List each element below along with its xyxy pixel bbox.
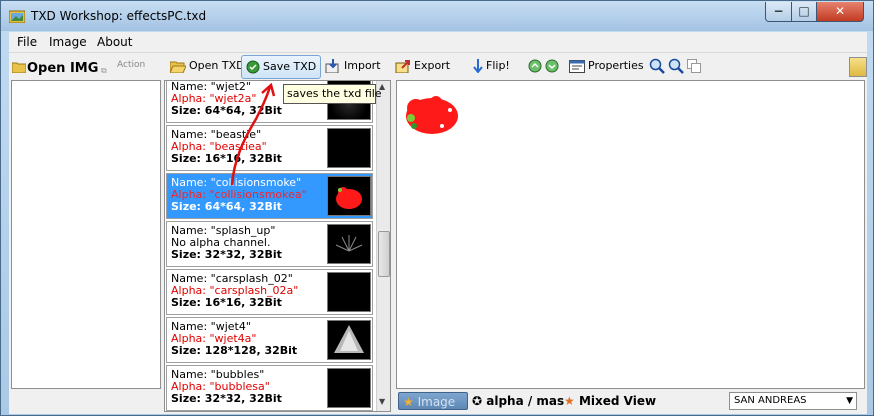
save-txd-button[interactable]: Save TXD bbox=[241, 55, 322, 79]
image-star-icon: ★ bbox=[403, 395, 414, 409]
tab-image-label: Image bbox=[417, 395, 456, 409]
texture-size: Size: 16*16, 32Bit bbox=[171, 296, 282, 309]
texture-thumbnail bbox=[327, 272, 371, 312]
view-tabs: ★ Image ✪ alpha / mas ★ Mixed View bbox=[396, 390, 726, 412]
texture-thumbnail bbox=[327, 128, 371, 168]
tab-mixed-view[interactable]: ★ Mixed View bbox=[564, 392, 656, 410]
export-button[interactable]: Export bbox=[395, 55, 450, 79]
close-button[interactable]: ✕ bbox=[816, 2, 864, 22]
alpha-star-icon: ✪ bbox=[472, 394, 483, 408]
save-txd-label: Save TXD bbox=[263, 60, 317, 73]
jet-thumbnail-image bbox=[334, 325, 364, 353]
folder-open-icon bbox=[170, 61, 186, 73]
fit-view-icon[interactable] bbox=[687, 59, 701, 73]
tab-mixed-label: Mixed View bbox=[578, 394, 657, 408]
chevron-down-icon: ▼ bbox=[846, 396, 853, 406]
panel-toggle-button[interactable] bbox=[849, 57, 867, 77]
save-tooltip: saves the txd file bbox=[283, 84, 382, 104]
import-button[interactable]: Import bbox=[325, 55, 381, 79]
texture-item[interactable]: Name: "splash_up" No alpha channel. Size… bbox=[166, 221, 373, 267]
texture-thumbnail bbox=[327, 176, 371, 216]
window-title: TXD Workshop: effectsPC.txd bbox=[31, 9, 207, 23]
move-down-icon[interactable] bbox=[545, 59, 559, 73]
zoom-out-icon[interactable] bbox=[668, 58, 684, 74]
texture-item[interactable]: Name: "carsplash_02" Alpha: "carsplash_0… bbox=[166, 269, 373, 315]
flip-label: Flip! bbox=[486, 59, 510, 72]
texture-thumbnail bbox=[327, 224, 371, 264]
import-icon bbox=[325, 59, 339, 73]
tab-image[interactable]: ★ Image bbox=[398, 392, 468, 410]
app-icon bbox=[9, 10, 25, 23]
flip-arrow-icon bbox=[473, 59, 483, 73]
flip-button[interactable]: Flip! bbox=[473, 55, 510, 79]
texture-item[interactable]: Name: "wjet4" Alpha: "wjet4a" Size: 128*… bbox=[166, 317, 373, 363]
preview-image bbox=[402, 86, 464, 146]
smoke-thumbnail-image bbox=[336, 187, 362, 209]
zoom-buttons bbox=[649, 55, 704, 79]
tab-alpha-label: alpha / mas bbox=[486, 394, 565, 408]
texture-size: Size: 32*32, 32Bit bbox=[171, 248, 282, 261]
texture-item[interactable]: Name: "bubbles" Alpha: "bubblesa" Size: … bbox=[166, 365, 373, 411]
menu-file[interactable]: File bbox=[17, 35, 37, 49]
zoom-in-icon[interactable] bbox=[649, 58, 665, 74]
img-toolbar: Open IMG ⧉ Action bbox=[9, 56, 162, 78]
save-disc-icon bbox=[246, 60, 260, 74]
scroll-down-icon[interactable]: ▼ bbox=[379, 397, 385, 406]
properties-label: Properties bbox=[588, 59, 644, 72]
folder-icon bbox=[12, 62, 26, 73]
game-version-value: SAN ANDREAS bbox=[734, 395, 807, 406]
title-bar: TXD Workshop: effectsPC.txd − □ ✕ bbox=[1, 1, 873, 31]
image-preview-panel bbox=[396, 80, 865, 389]
tab-alpha[interactable]: ✪ alpha / mas bbox=[472, 392, 564, 410]
action-icon: ⧉ bbox=[101, 66, 107, 75]
texture-thumbnail bbox=[327, 368, 371, 408]
app-window: TXD Workshop: effectsPC.txd − □ ✕ File I… bbox=[0, 0, 874, 416]
texture-size: Size: 128*128, 32Bit bbox=[171, 344, 298, 357]
minimize-button[interactable]: − bbox=[765, 2, 792, 22]
texture-list-scrollbar[interactable]: ▲ ▼ bbox=[376, 81, 390, 411]
scrollbar-thumb[interactable] bbox=[378, 231, 390, 277]
splash-thumbnail-image bbox=[335, 235, 363, 252]
import-label: Import bbox=[344, 59, 381, 72]
properties-icon bbox=[569, 59, 585, 73]
collisionsmoke-preview bbox=[406, 96, 458, 134]
texture-size: Size: 64*64, 32Bit bbox=[171, 200, 282, 213]
img-file-list[interactable] bbox=[11, 80, 161, 389]
properties-button[interactable]: Properties bbox=[569, 55, 644, 79]
open-txd-label: Open TXD bbox=[189, 59, 245, 72]
game-version-select[interactable]: SAN ANDREAS ▼ bbox=[729, 392, 857, 410]
export-icon bbox=[395, 60, 410, 73]
annotation-arrow-icon bbox=[230, 82, 276, 186]
texture-size: Size: 32*32, 32Bit bbox=[171, 392, 282, 405]
open-txd-button[interactable]: Open TXD bbox=[170, 55, 245, 79]
menu-image[interactable]: Image bbox=[49, 35, 87, 49]
texture-thumbnail bbox=[327, 320, 371, 360]
client-area: Open IMG ⧉ Action Open TXD Save TXD Impo… bbox=[9, 52, 867, 414]
move-up-icon[interactable] bbox=[528, 59, 542, 73]
mixed-star-icon: ★ bbox=[564, 394, 575, 408]
action-button[interactable]: Action bbox=[117, 60, 145, 70]
export-label: Export bbox=[414, 59, 451, 72]
rotate-buttons bbox=[528, 55, 562, 79]
open-img-button[interactable]: Open IMG bbox=[27, 61, 103, 76]
menu-about[interactable]: About bbox=[97, 35, 132, 49]
menu-bar: File Image About bbox=[9, 32, 867, 52]
maximize-button[interactable]: □ bbox=[791, 2, 817, 22]
